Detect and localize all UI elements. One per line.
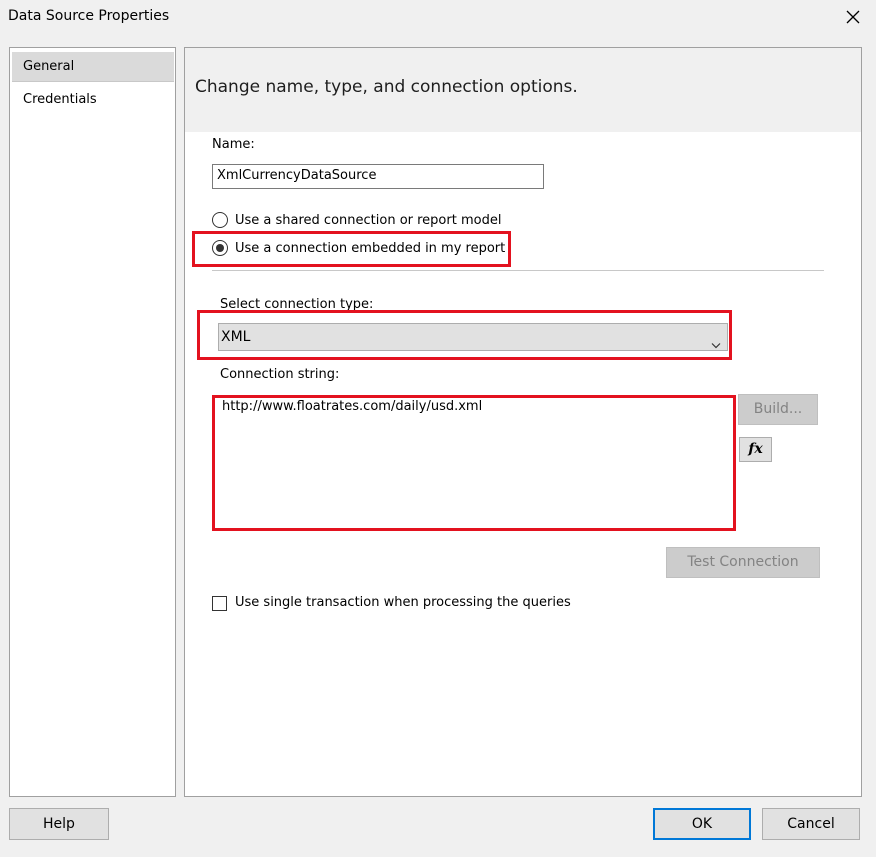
sidebar-item-credentials[interactable]: Credentials — [12, 85, 174, 115]
test-connection-button[interactable]: Test Connection — [666, 547, 820, 578]
connection-string-label: Connection string: — [220, 367, 340, 382]
single-transaction-checkbox[interactable] — [212, 596, 227, 611]
build-button[interactable]: Build... — [738, 394, 818, 425]
radio-shared-label[interactable]: Use a shared connection or report model — [235, 213, 501, 228]
radio-selected-dot — [216, 244, 224, 252]
sidebar-item-general[interactable]: General — [12, 52, 174, 82]
radio-embedded-connection[interactable] — [212, 240, 228, 256]
help-button[interactable]: Help — [9, 808, 109, 840]
single-transaction-label[interactable]: Use single transaction when processing t… — [235, 595, 571, 610]
ok-button[interactable]: OK — [653, 808, 751, 840]
sidebar-nav: General Credentials — [9, 47, 176, 797]
radio-shared-connection[interactable] — [212, 212, 228, 228]
page-title: Change name, type, and connection option… — [195, 77, 578, 97]
name-label: Name: — [212, 137, 255, 152]
chevron-down-icon — [711, 333, 721, 359]
radio-embedded-label[interactable]: Use a connection embedded in my report — [235, 241, 505, 256]
divider — [212, 270, 824, 271]
close-icon[interactable] — [842, 6, 864, 28]
highlight-box-connection-string — [212, 395, 736, 531]
connection-type-select[interactable]: XML — [218, 323, 728, 351]
fx-icon[interactable]: fx — [739, 437, 772, 462]
connection-type-value: XML — [221, 329, 251, 345]
cancel-button[interactable]: Cancel — [762, 808, 860, 840]
name-input[interactable]: XmlCurrencyDataSource — [212, 164, 544, 189]
window-title: Data Source Properties — [8, 8, 170, 24]
